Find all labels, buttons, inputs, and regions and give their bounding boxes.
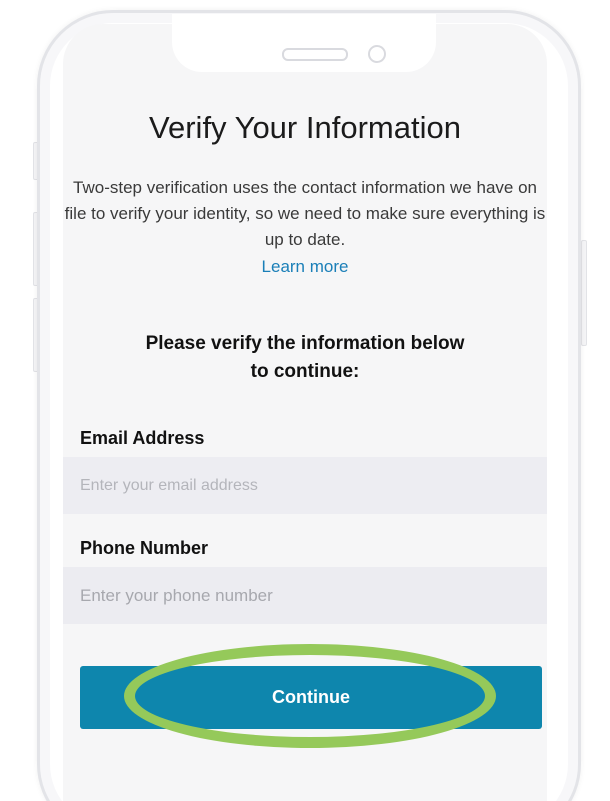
phone-mockup: Verify Your Information Two-step verific… bbox=[0, 0, 610, 801]
learn-more-link[interactable]: Learn more bbox=[63, 257, 547, 277]
phone-label: Phone Number bbox=[80, 538, 209, 558]
phone-notch bbox=[172, 14, 436, 72]
page-title: Verify Your Information bbox=[149, 110, 461, 145]
verify-prompt-line-1: Please verify the information below bbox=[145, 333, 465, 354]
power-button bbox=[581, 240, 587, 346]
phone-input[interactable] bbox=[63, 567, 547, 624]
verify-prompt: Please verify the information below to c… bbox=[110, 330, 500, 386]
speaker-grille bbox=[282, 48, 348, 61]
verify-prompt-line-2: to continue: bbox=[250, 361, 360, 382]
front-camera-icon bbox=[368, 45, 386, 63]
continue-button[interactable]: Continue bbox=[80, 666, 542, 729]
verification-description: Two-step verification uses the contact i… bbox=[64, 178, 546, 249]
email-label: Email Address bbox=[80, 428, 205, 448]
email-input[interactable] bbox=[63, 457, 547, 514]
